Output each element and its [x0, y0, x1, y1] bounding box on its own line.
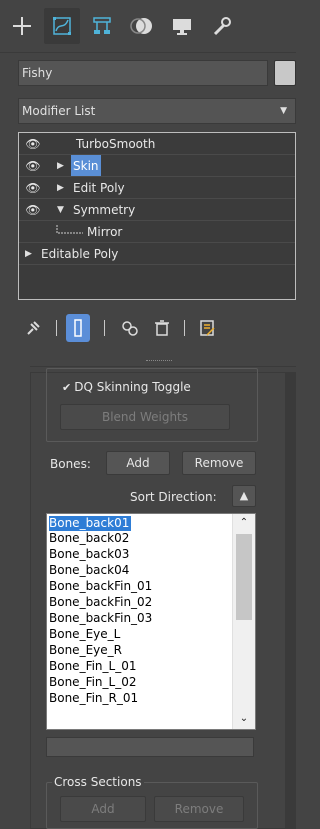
- panel-scrollbar-track[interactable]: [286, 372, 296, 829]
- stack-item-label: Skin: [71, 155, 101, 176]
- pin-icon: [27, 321, 40, 335]
- expand-arrow-icon[interactable]: ▶: [25, 243, 32, 265]
- stack-item-label: Edit Poly: [73, 181, 125, 195]
- sort-direction-label: Sort Direction:: [130, 490, 217, 504]
- configure-sets-icon: [200, 320, 215, 336]
- monitor-icon: [173, 19, 191, 35]
- modifier-list-dropdown[interactable]: Modifier List ▼: [18, 98, 296, 124]
- pin-stack-button[interactable]: [22, 314, 44, 342]
- scroll-down-icon[interactable]: ⌄: [233, 710, 255, 728]
- modifier-stack: 👁 TurboSmooth 👁 ▶ Skin 👁 ▶ Edit Poly 👁 ▼…: [18, 132, 296, 300]
- cross-section-add-button[interactable]: Add: [60, 796, 146, 822]
- scroll-up-icon[interactable]: ⌃: [233, 514, 255, 532]
- stack-item-label: Mirror: [87, 225, 123, 239]
- eye-icon[interactable]: 👁: [25, 199, 41, 221]
- stack-subitem-mirror[interactable]: Mirror: [19, 221, 295, 243]
- list-item[interactable]: Bone_Fin_L_02: [49, 675, 139, 690]
- make-unique-button[interactable]: [118, 314, 142, 342]
- dq-skinning-toggle-checkbox[interactable]: ✔ DQ Skinning Toggle: [62, 378, 191, 396]
- checkmark-icon: ✔: [62, 381, 72, 394]
- stack-item-skin[interactable]: 👁 ▶ Skin: [19, 155, 295, 177]
- hierarchy-icon: [93, 17, 111, 34]
- stack-item-label: Editable Poly: [41, 247, 119, 261]
- utilities-tab[interactable]: [204, 8, 240, 44]
- bones-listbox[interactable]: Bone_back01 Bone_back02 Bone_back03 Bone…: [46, 513, 256, 730]
- list-item[interactable]: Bone_back01: [49, 516, 132, 531]
- modify-curve-icon: [53, 17, 71, 35]
- modify-tab[interactable]: [44, 8, 80, 44]
- expand-arrow-icon[interactable]: ▶: [57, 177, 64, 199]
- stack-item-turbosmooth[interactable]: 👁 TurboSmooth: [19, 133, 295, 155]
- dq-skinning-toggle-label: DQ Skinning Toggle: [74, 380, 191, 394]
- blend-weights-button[interactable]: Blend Weights: [60, 404, 230, 430]
- stack-item-edit-poly[interactable]: 👁 ▶ Edit Poly: [19, 177, 295, 199]
- scrollbar-thumb[interactable]: [236, 534, 252, 620]
- expand-arrow-icon[interactable]: ▶: [57, 155, 64, 177]
- cross-sections-label: Cross Sections: [52, 774, 144, 790]
- sort-direction-button[interactable]: ▲: [232, 485, 256, 507]
- create-tab[interactable]: [4, 8, 40, 44]
- remove-modifier-button[interactable]: [150, 314, 174, 342]
- plus-icon: [13, 17, 31, 35]
- bones-list-scrollbar[interactable]: ⌃ ⌄: [232, 514, 255, 729]
- show-end-result-button[interactable]: [66, 314, 90, 342]
- add-bone-button[interactable]: Add: [106, 451, 170, 475]
- eye-icon[interactable]: 👁: [25, 155, 41, 177]
- hierarchy-tab[interactable]: [84, 8, 120, 44]
- stack-toolbar: [0, 308, 296, 348]
- stack-item-label: TurboSmooth: [76, 137, 156, 151]
- list-item[interactable]: Bone_Fin_L_01: [49, 659, 139, 674]
- cross-section-remove-button[interactable]: Remove: [154, 796, 244, 822]
- list-item[interactable]: Bone_backFin_01: [49, 579, 154, 594]
- wrench-icon: [213, 17, 231, 36]
- show-end-result-icon: [74, 319, 82, 337]
- list-item[interactable]: Bone_back03: [49, 547, 131, 562]
- list-item[interactable]: Bone_Fin_R_01: [49, 691, 140, 706]
- rollout-grip-handle[interactable]: [146, 360, 172, 364]
- eye-icon[interactable]: 👁: [25, 133, 41, 155]
- divider: [30, 366, 296, 367]
- trash-icon: [155, 320, 169, 336]
- left-gutter: [0, 372, 30, 829]
- dropdown-arrow-icon: ▼: [280, 106, 287, 116]
- configure-modifier-sets-button[interactable]: [196, 314, 220, 342]
- divider: [0, 52, 296, 53]
- motion-tab[interactable]: [124, 8, 160, 44]
- separator: [184, 320, 185, 336]
- stack-item-label: Symmetry: [73, 203, 136, 217]
- object-color-swatch[interactable]: [274, 60, 296, 86]
- triangle-up-icon: ▲: [239, 489, 249, 502]
- object-name-field[interactable]: Fishy: [18, 60, 268, 86]
- tree-connector-icon: [56, 225, 83, 234]
- motion-circle-icon: [130, 18, 152, 34]
- bones-label: Bones:: [50, 457, 91, 471]
- collapse-arrow-icon[interactable]: ▼: [57, 199, 64, 221]
- stack-item-symmetry[interactable]: 👁 ▼ Symmetry: [19, 199, 295, 221]
- list-item[interactable]: Bone_backFin_02: [49, 595, 154, 610]
- list-item[interactable]: Bone_back04: [49, 563, 131, 578]
- command-panel-tabs: [0, 0, 296, 50]
- bone-name-field[interactable]: [46, 737, 254, 757]
- eye-icon[interactable]: 👁: [25, 177, 41, 199]
- list-item[interactable]: Bone_Eye_R: [49, 643, 124, 658]
- remove-bone-button[interactable]: Remove: [182, 451, 256, 475]
- list-item[interactable]: Bone_backFin_03: [49, 611, 154, 626]
- modifier-list-label: Modifier List: [22, 104, 96, 118]
- stack-item-editable-poly[interactable]: ▶ Editable Poly: [19, 243, 295, 265]
- separator: [56, 320, 57, 336]
- list-item[interactable]: Bone_Eye_L: [49, 627, 122, 642]
- make-unique-icon: [122, 321, 138, 336]
- display-tab[interactable]: [164, 8, 200, 44]
- list-item[interactable]: Bone_back02: [49, 531, 131, 546]
- separator: [104, 320, 105, 336]
